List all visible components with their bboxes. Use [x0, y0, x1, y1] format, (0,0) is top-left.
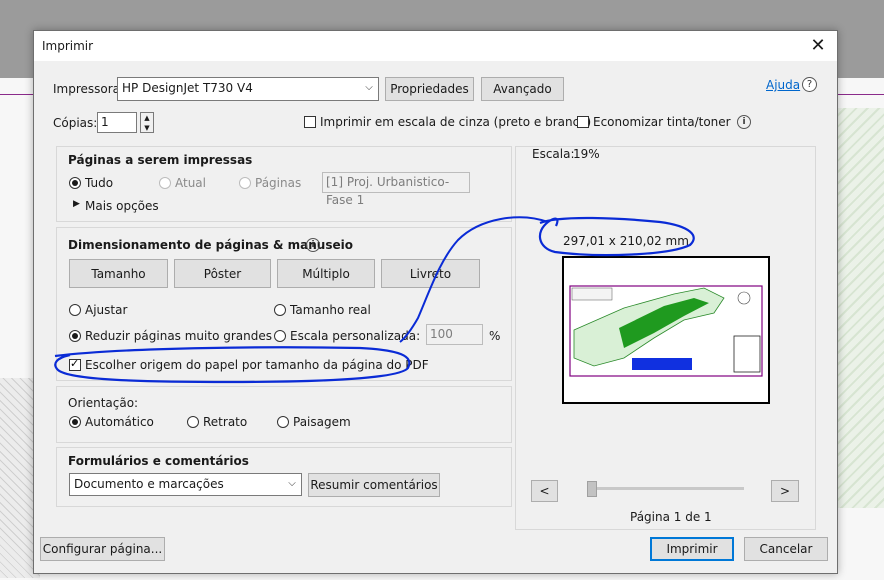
page-setup-button[interactable]: Configurar página... [40, 537, 165, 561]
summarize-comments-button[interactable]: Resumir comentários [308, 473, 440, 497]
copies-stepper[interactable]: ▲ ▼ [140, 112, 154, 133]
printer-select[interactable]: HP DesignJet T730 V4 ⌵ [117, 77, 379, 101]
grayscale-checkbox[interactable] [304, 116, 316, 128]
orientation-landscape-radio[interactable] [277, 416, 289, 428]
page-slider-track[interactable] [590, 487, 744, 490]
scale-value: 19% [573, 147, 600, 161]
advanced-button[interactable]: Avançado [481, 77, 564, 101]
custom-scale-input[interactable]: 100 [426, 324, 483, 345]
dialog-title: Imprimir [42, 39, 94, 53]
paper-source-label: Escolher origem do papel por tamanho da … [85, 358, 429, 372]
page-slider-thumb[interactable] [587, 481, 597, 497]
chevron-down-icon: ⌵ [288, 478, 296, 489]
close-icon[interactable]: ✕ [807, 35, 829, 57]
next-page-button[interactable]: > [771, 480, 799, 502]
fit-radio[interactable] [69, 304, 81, 316]
preview-drawing [569, 285, 763, 377]
question-icon[interactable]: ? [802, 77, 817, 92]
title-bar: Imprimir ✕ [34, 31, 837, 61]
save-ink-label: Economizar tinta/toner [593, 115, 731, 129]
tab-booklet[interactable]: Livreto [381, 259, 480, 288]
custom-scale-label: Escala personalizada: [290, 329, 421, 343]
fit-label: Ajustar [85, 303, 128, 317]
copies-input[interactable]: 1 [97, 112, 137, 133]
pages-range-radio[interactable] [239, 177, 251, 189]
pages-all-radio[interactable] [69, 177, 81, 189]
previous-page-button[interactable]: < [531, 480, 558, 502]
actual-size-radio[interactable] [274, 304, 286, 316]
pages-current-label: Atual [175, 176, 206, 190]
printer-label: Impressora: [53, 82, 125, 96]
paper-source-checkbox[interactable] [69, 357, 81, 371]
properties-button[interactable]: Propriedades [385, 77, 474, 101]
pages-range-label: Páginas [255, 176, 302, 190]
grayscale-label: Imprimir em escala de cinza (preto e bra… [320, 115, 592, 129]
orientation-portrait-label: Retrato [203, 415, 248, 429]
more-options-toggle[interactable]: Mais opções [85, 199, 159, 213]
shrink-radio[interactable] [69, 330, 81, 342]
print-button[interactable]: Imprimir [650, 537, 734, 561]
pages-all-label: Tudo [85, 176, 114, 190]
page-indicator: Página 1 de 1 [630, 510, 712, 524]
forms-select[interactable]: Documento e marcações ⌵ [69, 473, 302, 496]
tab-size[interactable]: Tamanho [69, 259, 168, 288]
chevron-down-icon: ⌵ [365, 82, 373, 93]
tab-poster[interactable]: Pôster [174, 259, 271, 288]
orientation-heading: Orientação: [68, 396, 139, 410]
copies-label: Cópias: [53, 116, 98, 130]
shrink-label: Reduzir páginas muito grandes [85, 329, 272, 343]
forms-select-value: Documento e marcações [74, 477, 224, 491]
pages-range-input[interactable]: [1] Proj. Urbanistico-Fase 1 [322, 172, 470, 207]
pages-heading: Páginas a serem impressas [68, 153, 253, 167]
custom-scale-radio[interactable] [274, 330, 286, 342]
help-link[interactable]: Ajuda [766, 78, 800, 92]
save-ink-checkbox[interactable] [577, 116, 589, 128]
printer-select-value: HP DesignJet T730 V4 [122, 81, 253, 95]
tab-multiple[interactable]: Múltiplo [277, 259, 375, 288]
orientation-portrait-radio[interactable] [187, 416, 199, 428]
cancel-button[interactable]: Cancelar [744, 537, 828, 561]
percent-label: % [489, 329, 501, 343]
info-icon[interactable]: i [737, 115, 751, 129]
pages-current-radio[interactable] [159, 177, 171, 189]
forms-heading: Formulários e comentários [68, 454, 249, 468]
orientation-landscape-label: Paisagem [293, 415, 351, 429]
info-icon[interactable]: i [306, 238, 320, 252]
scale-label: Escala: [532, 147, 575, 161]
orientation-auto-radio[interactable] [69, 416, 81, 428]
page-dimensions: 297,01 x 210,02 mm [563, 234, 689, 248]
expand-triangle-icon[interactable]: ▶ [73, 199, 80, 209]
orientation-auto-label: Automático [85, 415, 154, 429]
print-preview-thumbnail [562, 256, 770, 404]
stepper-down-icon[interactable]: ▼ [141, 123, 153, 133]
stepper-up-icon[interactable]: ▲ [141, 113, 153, 123]
actual-size-label: Tamanho real [290, 303, 371, 317]
